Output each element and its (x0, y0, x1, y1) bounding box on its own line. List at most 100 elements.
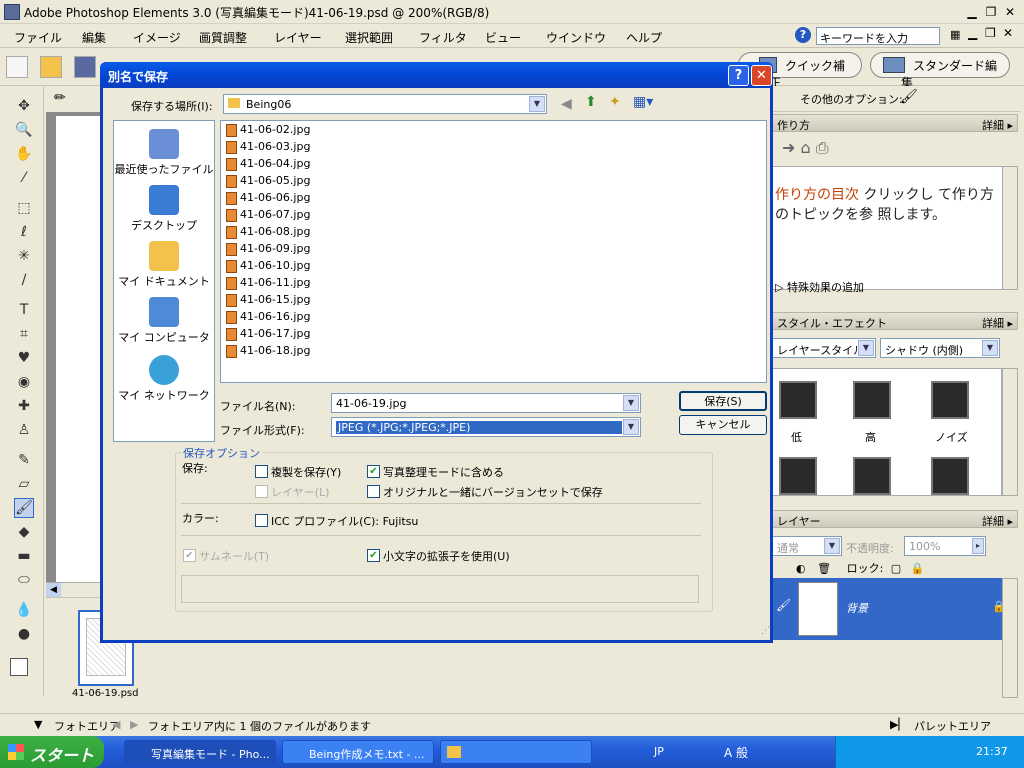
paint-bucket-tool-icon[interactable]: ◆ (14, 522, 34, 542)
hand-tool-icon[interactable]: ✋ (14, 144, 34, 164)
file-item[interactable]: 41-06-02.jpg (226, 123, 310, 140)
view-menu-icon[interactable]: ▦▾ (633, 94, 653, 110)
healing-brush-tool-icon[interactable]: ✚ (14, 396, 34, 416)
zoom-tool-icon[interactable]: 🔍 (14, 120, 34, 140)
photo-area-toggle-icon[interactable]: ▼ (34, 718, 42, 731)
cancel-button[interactable]: キャンセル (679, 415, 767, 435)
menu-enhance[interactable]: 画質調整 (199, 29, 247, 46)
style-category-select[interactable]: レイヤースタイル ▼ (772, 338, 876, 358)
howto-link[interactable]: 作り方の目次 (775, 187, 859, 203)
new-file-icon[interactable] (6, 56, 28, 78)
shape-tool-icon[interactable]: ⬭ (14, 570, 34, 590)
print-icon[interactable]: ⎙ (816, 138, 829, 157)
style-subcategory-select[interactable]: シャドウ (内側) ▼ (880, 338, 1000, 358)
organizer-checkbox[interactable]: ✔ (367, 465, 380, 478)
restore-button[interactable]: ❐ (983, 4, 999, 20)
lock-all-icon[interactable]: 🔒 (911, 562, 925, 575)
menu-select[interactable]: 選択範囲 (345, 29, 393, 46)
layers-scrollbar[interactable] (1002, 578, 1018, 698)
scroll-left-icon[interactable]: ◀ (46, 583, 61, 597)
howto-panel-header[interactable]: 作り方 詳細 ▸ (772, 114, 1018, 132)
menu-edit[interactable]: 編集 (82, 29, 106, 46)
menu-file[interactable]: ファイル (14, 29, 62, 46)
file-item[interactable]: 41-06-17.jpg (226, 327, 310, 344)
lowercase-ext-checkbox[interactable]: ✔ (367, 549, 380, 562)
sponge-tool-icon[interactable]: ● (14, 624, 34, 644)
style-swatch-high[interactable] (853, 381, 891, 419)
task-explorer[interactable] (440, 740, 592, 764)
help-button[interactable]: ? (728, 65, 749, 86)
save-in-select[interactable]: Being06 ▼ (223, 94, 547, 114)
format-select[interactable]: JPEG (*.JPG;*.JPEG;*.JPE) ▼ (331, 417, 641, 437)
menu-view[interactable]: ビュー (485, 29, 521, 46)
ime-mode[interactable]: A 般 (724, 744, 748, 761)
blur-tool-icon[interactable]: 💧 (14, 600, 34, 620)
file-item[interactable]: 41-06-11.jpg (226, 276, 310, 293)
lasso-tool-icon[interactable]: ℓ (14, 222, 34, 242)
place-my-documents[interactable]: マイ ドキュメント (114, 241, 214, 289)
styles-scrollbar[interactable] (1002, 368, 1018, 496)
selection-brush-tool-icon[interactable]: ∕ (14, 270, 34, 290)
clone-stamp-tool-icon[interactable]: ♙ (14, 420, 34, 440)
howto-scrollbar[interactable] (1002, 166, 1018, 290)
app-close-icon[interactable]: ✕ (1003, 26, 1013, 40)
dialog-close-button[interactable]: ✕ (751, 65, 772, 86)
trash-icon[interactable]: 🗑 (817, 562, 831, 575)
resize-grip-icon[interactable]: ⋰ (761, 626, 770, 636)
help-search-input[interactable]: キーワードを入力 (816, 27, 940, 45)
style-swatch-5[interactable] (853, 457, 891, 495)
styles-more-button[interactable]: 詳細 ▸ (982, 315, 1013, 331)
menu-help[interactable]: ヘルプ (626, 29, 662, 46)
type-tool-icon[interactable]: T (14, 300, 34, 320)
start-button[interactable]: スタート (0, 736, 104, 768)
layer-visibility-icon[interactable]: 🖌 (776, 598, 791, 612)
adjust-layer-icon[interactable]: ◐ (796, 562, 806, 575)
cookie-cutter-tool-icon[interactable]: ♥ (14, 348, 34, 368)
app-min-icon[interactable]: ▁ (968, 26, 977, 40)
app-max-icon[interactable]: ❐ (985, 26, 996, 40)
app-restore-icon[interactable]: ▦ (950, 28, 960, 41)
save-button[interactable]: 保存(S) (679, 391, 767, 411)
file-item[interactable]: 41-06-04.jpg (226, 157, 310, 174)
menu-layer[interactable]: レイヤー (274, 29, 322, 46)
pencil-icon[interactable]: ✏ (54, 90, 66, 106)
crop-tool-icon[interactable]: ⌗ (14, 324, 34, 344)
menu-image[interactable]: イメージ (133, 29, 181, 46)
task-photoshop[interactable]: 写真編集モード - Pho... (124, 740, 276, 764)
style-swatch-low[interactable] (779, 381, 817, 419)
menu-filter[interactable]: フィルタ (419, 29, 467, 46)
gradient-tool-icon[interactable]: ▬ (14, 546, 34, 566)
file-item[interactable]: 41-06-15.jpg (226, 293, 310, 310)
file-item[interactable]: 41-06-09.jpg (226, 242, 310, 259)
icc-checkbox[interactable] (255, 514, 268, 527)
file-item[interactable]: 41-06-03.jpg (226, 140, 310, 157)
up-folder-icon[interactable]: ⬆ (585, 94, 597, 110)
forward-arrow-icon[interactable]: ➜ (782, 138, 795, 157)
version-set-checkbox[interactable] (367, 485, 380, 498)
style-swatch-4[interactable] (779, 457, 817, 495)
new-folder-icon[interactable]: ✦ (609, 94, 621, 110)
blend-mode-select[interactable]: 通常 ▼ (772, 536, 842, 556)
language-indicator[interactable]: JP (654, 745, 664, 758)
marquee-tool-icon[interactable]: ⬚ (14, 198, 34, 218)
layers-checkbox[interactable] (255, 485, 268, 498)
home-icon[interactable]: ⌂ (801, 138, 811, 157)
filename-input[interactable]: 41-06-19.jpg ▼ (331, 393, 641, 413)
file-item[interactable]: 41-06-18.jpg (226, 344, 310, 361)
minimize-button[interactable]: ▁ (964, 4, 980, 20)
styles-panel-header[interactable]: スタイル・エフェクト 詳細 ▸ (772, 312, 1018, 330)
menu-window[interactable]: ウインドウ (546, 29, 606, 46)
style-swatch-6[interactable] (931, 457, 969, 495)
eyedropper-tool-icon[interactable]: ⁄ (14, 168, 34, 188)
foreground-color-swatch[interactable] (10, 658, 28, 676)
file-item[interactable]: 41-06-07.jpg (226, 208, 310, 225)
eraser-tool-icon[interactable]: ▱ (14, 474, 34, 494)
brush-icon[interactable]: 🖌 (900, 89, 918, 105)
place-my-computer[interactable]: マイ コンピュータ (114, 297, 214, 345)
place-recent[interactable]: 最近使ったファイル (114, 129, 214, 177)
pencil-tool-icon[interactable]: ✎ (14, 450, 34, 470)
layer-row-background[interactable]: 🖌 背景 🔒 (772, 578, 1006, 640)
close-button[interactable]: ✕ (1002, 4, 1018, 20)
open-folder-icon[interactable] (40, 56, 62, 78)
prev-icon[interactable]: ◀ (112, 718, 120, 731)
